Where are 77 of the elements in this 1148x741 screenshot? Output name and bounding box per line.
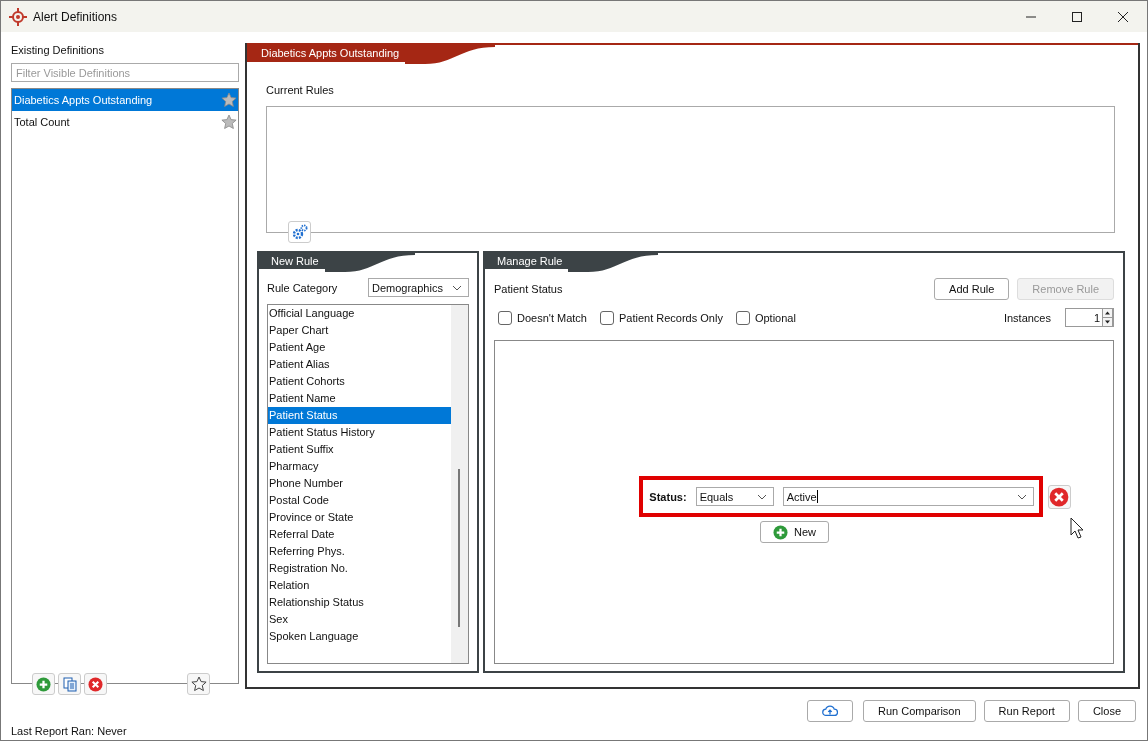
- list-item[interactable]: Patient Status History: [268, 424, 451, 441]
- chevron-down-icon: [756, 493, 767, 500]
- delete-button[interactable]: [84, 673, 107, 695]
- field-label: Status:: [649, 490, 687, 503]
- list-item[interactable]: Phone Number: [268, 475, 451, 492]
- new-button[interactable]: New: [760, 521, 829, 543]
- text-cursor: [816, 490, 818, 503]
- maximize-icon: [1071, 10, 1083, 23]
- list-item[interactable]: Postal Code: [268, 492, 451, 509]
- footer-button[interactable]: Run Report: [983, 699, 1070, 722]
- footer-button[interactable]: Close: [1077, 699, 1136, 722]
- panel-title: Diabetics Appts Outstanding: [247, 45, 406, 62]
- list-item[interactable]: Patient Age: [268, 339, 451, 356]
- copy-icon: [62, 676, 77, 692]
- list-item[interactable]: Relationship Status: [268, 594, 451, 611]
- action-button[interactable]: Add Rule: [934, 278, 1010, 300]
- settings-button[interactable]: [288, 221, 311, 243]
- definition-label: Diabetics Appts Outstanding: [14, 94, 154, 106]
- list-item[interactable]: Registration No.: [268, 560, 451, 577]
- spin-arrows-icon: [1102, 308, 1113, 327]
- panel-title: Manage Rule: [485, 253, 569, 269]
- list-item[interactable]: Patient Cohorts: [268, 373, 451, 390]
- close-icon: [1117, 10, 1129, 23]
- chevron-down-icon: [452, 284, 462, 291]
- definition-item[interactable]: Total Count: [12, 111, 238, 133]
- list-item[interactable]: Pharmacy: [268, 458, 451, 475]
- checkbox-label: Optional: [754, 311, 796, 324]
- list-item[interactable]: Patient Alias: [268, 356, 451, 373]
- field-label: Instances: [1003, 311, 1051, 324]
- list-item[interactable]: Relation: [268, 577, 451, 594]
- checkbox-label: Patient Records Only: [618, 311, 723, 324]
- filter-field[interactable]: Filter Visible Definitions: [11, 63, 239, 82]
- status-text: Last Report Ran: Never: [11, 725, 127, 737]
- list-item[interactable]: Patient Name: [268, 390, 451, 407]
- list-item[interactable]: Province or State: [268, 509, 451, 526]
- list-item[interactable]: Paper Chart: [268, 322, 451, 339]
- app-logo-icon: [9, 7, 27, 26]
- list-item[interactable]: Spoken Language: [268, 628, 451, 645]
- list-item[interactable]: Patient Status: [268, 407, 451, 424]
- field-label: Rule Category: [267, 281, 338, 294]
- list-item[interactable]: Official Language: [268, 305, 451, 322]
- footer-button[interactable]: Run Comparison: [863, 699, 976, 722]
- value-dropdown[interactable]: Active: [782, 487, 1034, 506]
- add-button[interactable]: [32, 673, 55, 695]
- copy-button[interactable]: [58, 673, 81, 695]
- favorite-button[interactable]: [187, 673, 210, 695]
- window-title: Alert Definitions: [33, 9, 118, 24]
- section-label: Existing Definitions: [11, 44, 105, 56]
- mouse-pointer-icon: [1070, 517, 1084, 539]
- section-label: Current Rules: [266, 84, 335, 96]
- checkbox[interactable]: [498, 310, 512, 325]
- list-item[interactable]: Referral Date: [268, 526, 451, 543]
- star-icon: [190, 676, 207, 692]
- delete-icon: [1049, 486, 1070, 507]
- list-item[interactable]: Sex: [268, 611, 451, 628]
- delete-icon: [88, 676, 103, 692]
- category-dropdown[interactable]: Demographics: [368, 278, 469, 297]
- instances-spinner[interactable]: 1: [1065, 308, 1114, 327]
- scrollbar[interactable]: [451, 305, 468, 663]
- upload-button[interactable]: [807, 699, 854, 722]
- panel-title: New Rule: [259, 253, 325, 269]
- checkbox-label: Doesn't Match: [517, 311, 587, 324]
- plus-icon: [773, 524, 788, 540]
- cloud-upload-icon: [822, 703, 839, 718]
- definition-label: Total Count: [14, 116, 71, 128]
- settings-icon: [291, 224, 308, 240]
- list-item[interactable]: Referring Phys.: [268, 543, 451, 560]
- rule-name: Patient Status: [494, 283, 563, 295]
- chevron-down-icon: [1016, 493, 1027, 500]
- plus-icon: [36, 676, 51, 692]
- definition-item[interactable]: Diabetics Appts Outstanding: [12, 89, 238, 111]
- list-item[interactable]: Patient Suffix: [268, 441, 451, 458]
- operator-dropdown[interactable]: Equals: [695, 487, 774, 506]
- checkbox[interactable]: [735, 310, 750, 325]
- remove-condition-button[interactable]: [1047, 484, 1071, 509]
- checkbox[interactable]: [599, 310, 614, 325]
- scrollbar-thumb[interactable]: [458, 469, 460, 627]
